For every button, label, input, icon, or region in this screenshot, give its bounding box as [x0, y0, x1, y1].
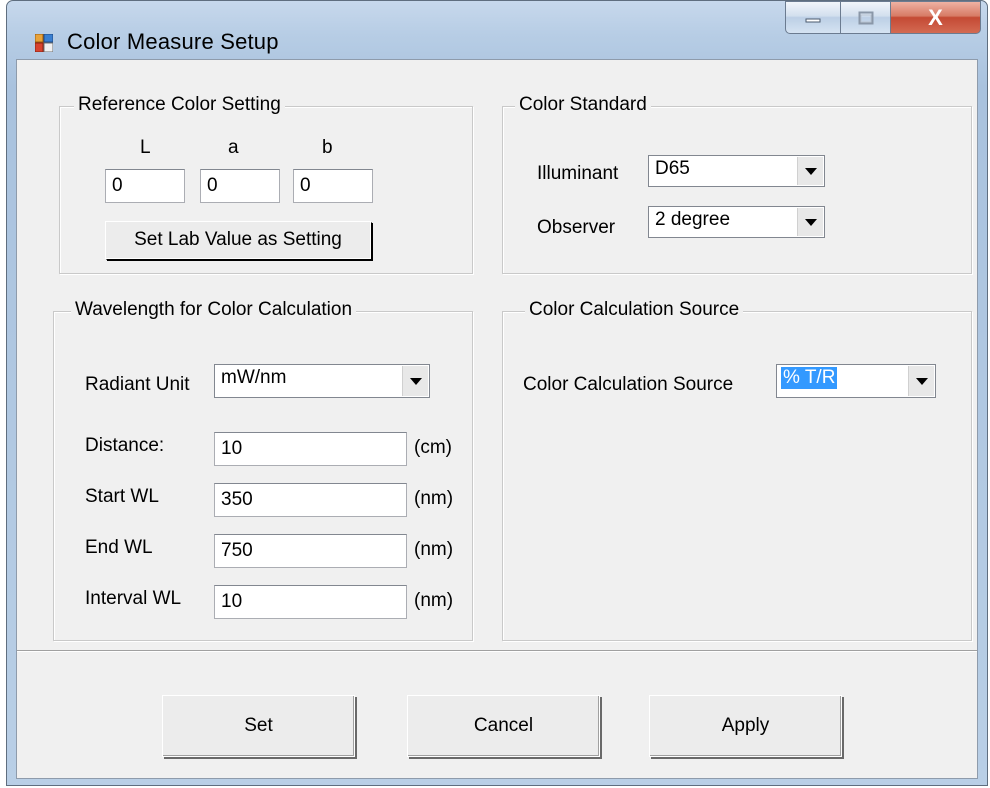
set-lab-value-button[interactable]: Set Lab Value as Setting	[105, 221, 371, 259]
set-button[interactable]: Set	[162, 695, 355, 757]
illuminant-dropdown-button[interactable]	[797, 157, 823, 185]
color-standard-legend: Color Standard	[515, 94, 651, 116]
close-button[interactable]: X	[891, 1, 981, 34]
window-title: Color Measure Setup	[67, 29, 279, 54]
dialog-client-area: Reference Color Setting L a b 0 0 0 Set …	[16, 59, 978, 779]
cancel-button[interactable]: Cancel	[407, 695, 600, 757]
radiant-unit-label: Radiant Unit	[85, 374, 190, 395]
a-value-field[interactable]: 0	[200, 169, 280, 203]
interval-wl-label: Interval WL	[85, 588, 182, 609]
illuminant-select[interactable]: D65	[648, 155, 825, 187]
distance-label: Distance:	[85, 435, 165, 456]
reference-color-group: Reference Color Setting L a b 0 0 0 Set …	[59, 94, 473, 274]
a-label: a	[228, 137, 239, 158]
chevron-down-icon	[804, 218, 817, 226]
chevron-down-icon	[804, 167, 817, 175]
button-bar-separator	[17, 650, 977, 652]
l-label: L	[140, 137, 151, 158]
illuminant-value: D65	[655, 158, 690, 179]
minimize-icon	[805, 18, 821, 22]
apply-button[interactable]: Apply	[649, 695, 842, 757]
distance-field[interactable]: 10	[214, 432, 407, 466]
chevron-down-icon	[409, 377, 422, 385]
chevron-down-icon	[915, 377, 928, 385]
start-wl-unit: (nm)	[414, 488, 454, 509]
end-wl-field[interactable]: 750	[214, 534, 407, 568]
reference-color-legend: Reference Color Setting	[74, 94, 285, 116]
color-source-dropdown-button[interactable]	[908, 366, 934, 396]
maximize-button[interactable]	[841, 1, 891, 34]
color-source-label: Color Calculation Source	[523, 374, 734, 395]
color-standard-group: Color Standard Illuminant D65 Observer 2…	[502, 94, 972, 274]
start-wl-label: Start WL	[85, 486, 159, 507]
window-controls: X	[785, 1, 981, 37]
minimize-button[interactable]	[785, 1, 841, 34]
radiant-unit-dropdown-button[interactable]	[402, 366, 428, 396]
observer-label: Observer	[537, 217, 616, 238]
l-value-field[interactable]: 0	[105, 169, 185, 203]
end-wl-label: End WL	[85, 537, 153, 558]
observer-select[interactable]: 2 degree	[648, 206, 825, 238]
start-wl-field[interactable]: 350	[214, 483, 407, 517]
color-source-legend: Color Calculation Source	[525, 299, 744, 321]
color-measure-setup-window: Color Measure Setup X Reference Color Se…	[6, 0, 988, 786]
interval-wl-unit: (nm)	[414, 590, 454, 611]
radiant-unit-select[interactable]: mW/nm	[214, 364, 430, 398]
close-icon: X	[928, 4, 943, 30]
wavelength-legend: Wavelength for Color Calculation	[71, 299, 357, 321]
distance-unit: (cm)	[414, 437, 452, 458]
interval-wl-field[interactable]: 10	[214, 585, 407, 619]
color-source-value: % T/R	[781, 367, 838, 389]
color-source-select[interactable]: % T/R	[776, 364, 936, 398]
illuminant-label: Illuminant	[537, 163, 619, 184]
maximize-icon	[858, 11, 873, 24]
end-wl-unit: (nm)	[414, 539, 454, 560]
app-window-icon	[34, 33, 54, 53]
b-label: b	[322, 137, 333, 158]
radiant-unit-value: mW/nm	[221, 367, 287, 388]
color-source-group: Color Calculation Source Color Calculati…	[502, 299, 972, 641]
observer-dropdown-button[interactable]	[797, 208, 823, 236]
b-value-field[interactable]: 0	[293, 169, 373, 203]
title-bar[interactable]: Color Measure Setup X	[7, 1, 987, 59]
wavelength-group: Wavelength for Color Calculation Radiant…	[53, 299, 473, 641]
observer-value: 2 degree	[655, 209, 731, 230]
